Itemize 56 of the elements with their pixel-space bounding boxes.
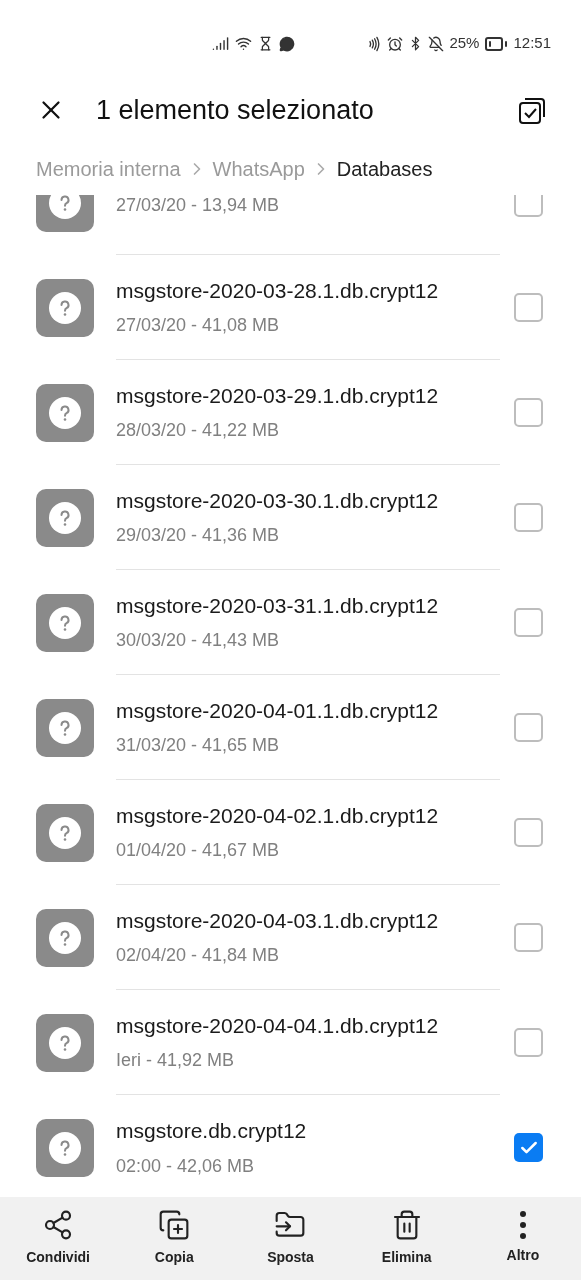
file-name[interactable]: msgstore-2020-04-01.1.db.crypt12 <box>116 694 500 727</box>
checkbox[interactable] <box>514 1133 543 1162</box>
file-details: 30/03/20 - 41,43 MB <box>116 629 281 653</box>
file-details: 29/03/20 - 41,36 MB <box>116 524 281 548</box>
file-name[interactable]: msgstore-2020-03-31.1.db.crypt12 <box>116 589 500 622</box>
toolbar-button[interactable]: Copia <box>116 1197 233 1280</box>
toolbar-button[interactable]: Elimina <box>348 1197 465 1280</box>
unknown-file-icon <box>36 593 94 652</box>
unknown-file-icon <box>36 803 94 862</box>
unknown-file-icon <box>36 1118 94 1177</box>
file-details: Ieri - 41,92 MB <box>116 1049 236 1073</box>
checkbox[interactable] <box>514 293 543 322</box>
unknown-file-icon <box>36 383 94 442</box>
checkbox[interactable] <box>514 503 543 532</box>
unknown-file-icon <box>36 1013 94 1072</box>
file-name[interactable]: msgstore-2020-03-29.1.db.crypt12 <box>116 379 500 412</box>
unknown-file-icon <box>36 698 94 757</box>
alarm-icon <box>387 35 404 52</box>
signal-icon <box>212 35 229 52</box>
checkbox[interactable] <box>514 818 543 847</box>
chat-bubble-icon <box>279 35 295 52</box>
toolbar-button[interactable]: Condividi <box>0 1197 117 1280</box>
toolbar-button[interactable]: Sposta <box>232 1197 349 1280</box>
checkbox[interactable] <box>514 713 543 742</box>
checkbox[interactable] <box>514 398 543 427</box>
copy-icon <box>158 1209 191 1241</box>
file-details: 02/04/20 - 41,84 MB <box>116 944 281 968</box>
file-details: 27/03/20 - 41,08 MB <box>116 314 281 338</box>
clock: 12:51 <box>513 33 551 54</box>
checkbox[interactable] <box>514 1028 543 1057</box>
bell-off-icon <box>428 35 445 52</box>
selection-title: 1 elemento selezionato <box>96 93 374 127</box>
file-details: 28/03/20 - 41,22 MB <box>116 419 281 443</box>
file-name[interactable]: msgstore-2020-03-28.1.db.crypt12 <box>116 274 500 307</box>
wifi-icon <box>235 35 252 52</box>
file-details: 01/04/20 - 41,67 MB <box>116 839 281 863</box>
checkbox[interactable] <box>514 923 543 952</box>
more-icon <box>519 1211 526 1239</box>
file-details: 31/03/20 - 41,65 MB <box>116 734 281 758</box>
unknown-file-icon <box>36 908 94 967</box>
file-details: 02:00 - 42,06 MB <box>116 1154 256 1178</box>
toolbar-button[interactable]: Altro <box>464 1197 581 1280</box>
file-details: 27/03/20 - 13,94 MB <box>116 195 281 217</box>
file-name[interactable]: msgstore-2020-04-03.1.db.crypt12 <box>116 904 500 937</box>
file-name[interactable]: msgstore-2020-03-30.1.db.crypt12 <box>116 484 500 517</box>
file-name[interactable]: msgstore-2020-04-04.1.db.crypt12 <box>116 1009 500 1042</box>
checkbox[interactable] <box>514 195 543 217</box>
breadcrumb-item[interactable]: Databases <box>336 154 433 184</box>
battery-percent: 25% <box>449 33 480 54</box>
unknown-file-icon <box>36 488 94 547</box>
hourglass-icon <box>258 36 273 51</box>
unknown-file-icon <box>36 278 94 337</box>
select-all-icon[interactable] <box>517 95 547 125</box>
checkbox[interactable] <box>514 608 543 637</box>
file-name[interactable]: msgstore.db.crypt12 <box>116 1115 500 1147</box>
file-name[interactable]: msgstore-2020-04-02.1.db.crypt12 <box>116 799 500 832</box>
